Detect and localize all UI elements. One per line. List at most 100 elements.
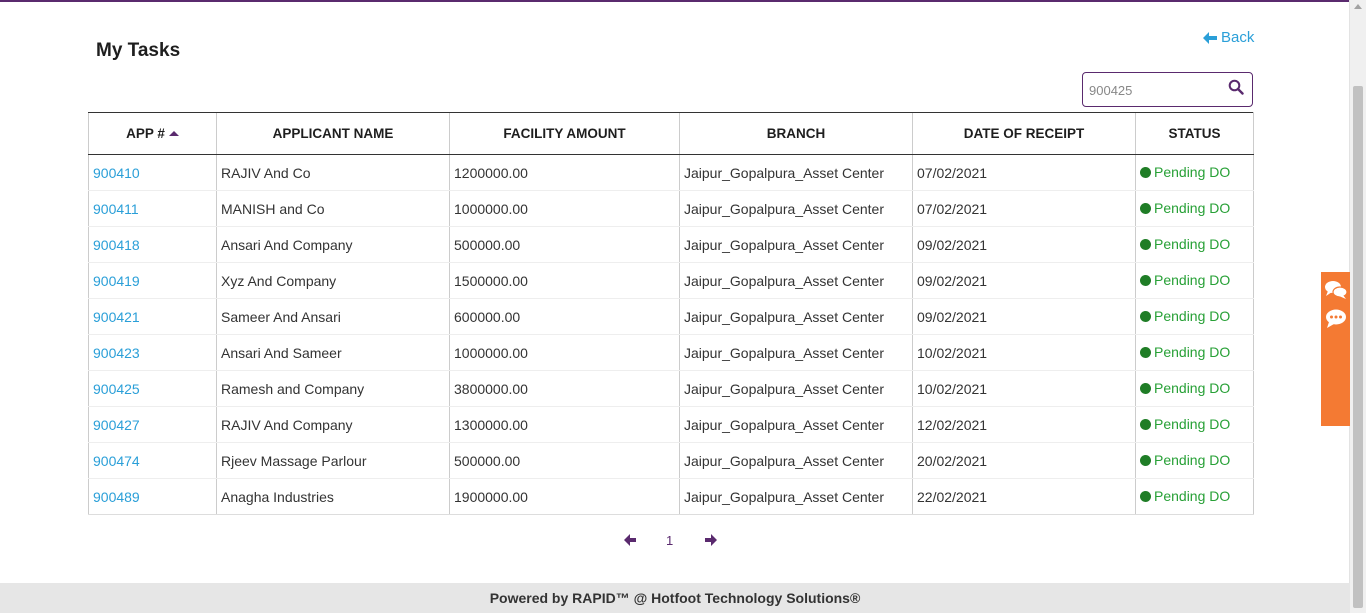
cell-app-number: 900410 bbox=[88, 154, 217, 191]
header-status[interactable]: STATUS bbox=[1135, 112, 1254, 155]
cell-applicant-name: Ramesh and Company bbox=[216, 370, 450, 407]
table-row[interactable]: 900418 Ansari And Company 500000.00 Jaipur_… bbox=[88, 226, 1254, 263]
search-input[interactable] bbox=[1089, 80, 1219, 100]
status-label: Pending DO bbox=[1154, 272, 1231, 289]
scroll-up-arrow-icon[interactable] bbox=[1354, 4, 1362, 9]
header-facility-amount[interactable]: FACILITY AMOUNT bbox=[449, 112, 680, 155]
cell-branch: Jaipur_Gopalpura_Asset Center bbox=[679, 262, 913, 299]
app-number-link[interactable]: 900423 bbox=[93, 345, 140, 361]
status-dot-icon bbox=[1140, 310, 1151, 322]
status-badge: Pending DO bbox=[1140, 236, 1230, 252]
cell-status: Pending DO bbox=[1135, 154, 1254, 191]
cell-facility-amount: 1200000.00 bbox=[449, 154, 680, 191]
status-label: Pending DO bbox=[1154, 308, 1231, 325]
status-dot-icon bbox=[1140, 382, 1151, 394]
app-number-link[interactable]: 900425 bbox=[93, 381, 140, 397]
status-dot-icon bbox=[1140, 274, 1151, 286]
tasks-table: APP # APPLICANT NAME FACILITY AMOUNT BRA… bbox=[88, 112, 1254, 515]
arrow-left-icon[interactable] bbox=[622, 532, 638, 548]
table-row[interactable]: 900410 RAJIV And Co 1200000.00 Jaipur_Gopal… bbox=[88, 154, 1254, 191]
header-date-of-receipt[interactable]: DATE OF RECEIPT bbox=[912, 112, 1136, 155]
status-label: Pending DO bbox=[1154, 200, 1231, 217]
app-number-link[interactable]: 900410 bbox=[93, 165, 140, 181]
app-number-link[interactable]: 900418 bbox=[93, 237, 140, 253]
app-number-link[interactable]: 900411 bbox=[93, 201, 139, 217]
cell-applicant-name: Rjeev Massage Parlour bbox=[216, 442, 450, 479]
status-label: Pending DO bbox=[1154, 236, 1231, 253]
app-number-link[interactable]: 900474 bbox=[93, 453, 140, 469]
app-number-link[interactable]: 900421 bbox=[93, 309, 140, 325]
status-dot-icon bbox=[1140, 418, 1151, 430]
chat-dots-icon[interactable] bbox=[1324, 308, 1348, 330]
header-branch[interactable]: BRANCH bbox=[679, 112, 913, 155]
table-row[interactable]: 900419 Xyz And Company 1500000.00 Jaipur_Go… bbox=[88, 262, 1254, 299]
cell-facility-amount: 1900000.00 bbox=[449, 478, 680, 515]
cell-status: Pending DO bbox=[1135, 370, 1254, 407]
cell-app-number: 900425 bbox=[88, 370, 217, 407]
top-accent-line bbox=[0, 0, 1350, 2]
cell-app-number: 900474 bbox=[88, 442, 217, 479]
status-badge: Pending DO bbox=[1140, 344, 1230, 360]
cell-date-of-receipt: 12/02/2021 bbox=[912, 406, 1136, 443]
table-row[interactable]: 900474 Rjeev Massage Parlour 500000.00 Jaip… bbox=[88, 442, 1254, 479]
app-number-link[interactable]: 900489 bbox=[93, 489, 140, 505]
cell-date-of-receipt: 20/02/2021 bbox=[912, 442, 1136, 479]
table-row[interactable]: 900421 Sameer And Ansari 600000.00 Jaipur_G… bbox=[88, 298, 1254, 335]
header-applicant-name[interactable]: APPLICANT NAME bbox=[216, 112, 450, 155]
status-dot-icon bbox=[1140, 202, 1151, 214]
cell-applicant-name: Ansari And Sameer bbox=[216, 334, 450, 371]
status-label: Pending DO bbox=[1154, 164, 1231, 181]
cell-branch: Jaipur_Gopalpura_Asset Center bbox=[679, 406, 913, 443]
chat-widget[interactable] bbox=[1321, 272, 1350, 426]
status-badge: Pending DO bbox=[1140, 452, 1230, 468]
cell-app-number: 900427 bbox=[88, 406, 217, 443]
table-header-row: APP # APPLICANT NAME FACILITY AMOUNT BRA… bbox=[88, 112, 1254, 155]
cell-branch: Jaipur_Gopalpura_Asset Center bbox=[679, 370, 913, 407]
search-box[interactable] bbox=[1082, 72, 1253, 107]
page-title: My Tasks bbox=[96, 40, 181, 61]
cell-applicant-name: MANISH and Co bbox=[216, 190, 450, 227]
cell-facility-amount: 1300000.00 bbox=[449, 406, 680, 443]
search-icon[interactable] bbox=[1228, 79, 1244, 95]
status-dot-icon bbox=[1140, 166, 1151, 178]
cell-date-of-receipt: 07/02/2021 bbox=[912, 190, 1136, 227]
table-row[interactable]: 900411 MANISH and Co 1000000.00 Jaipur_Gopa… bbox=[88, 190, 1254, 227]
cell-applicant-name: Ansari And Company bbox=[216, 226, 450, 263]
status-badge: Pending DO bbox=[1140, 200, 1230, 216]
cell-status: Pending DO bbox=[1135, 406, 1254, 443]
cell-app-number: 900411 bbox=[88, 190, 217, 227]
status-dot-icon bbox=[1140, 454, 1151, 466]
app-number-link[interactable]: 900419 bbox=[93, 273, 140, 289]
page-number[interactable]: 1 bbox=[666, 533, 673, 548]
cell-app-number: 900423 bbox=[88, 334, 217, 371]
cell-facility-amount: 1000000.00 bbox=[449, 190, 680, 227]
cell-applicant-name: RAJIV And Company bbox=[216, 406, 450, 443]
cell-branch: Jaipur_Gopalpura_Asset Center bbox=[679, 442, 913, 479]
app-number-link[interactable]: 900427 bbox=[93, 417, 140, 433]
cell-branch: Jaipur_Gopalpura_Asset Center bbox=[679, 154, 913, 191]
status-dot-icon bbox=[1140, 238, 1151, 250]
table-row[interactable]: 900427 RAJIV And Company 1300000.00 Jaipur_… bbox=[88, 406, 1254, 443]
cell-facility-amount: 1000000.00 bbox=[449, 334, 680, 371]
cell-date-of-receipt: 10/02/2021 bbox=[912, 334, 1136, 371]
status-badge: Pending DO bbox=[1140, 308, 1230, 324]
cell-status: Pending DO bbox=[1135, 442, 1254, 479]
status-label: Pending DO bbox=[1154, 380, 1231, 397]
status-label: Pending DO bbox=[1154, 452, 1231, 469]
table-row[interactable]: 900423 Ansari And Sameer 1000000.00 Jaipur_… bbox=[88, 334, 1254, 371]
status-label: Pending DO bbox=[1154, 488, 1231, 505]
cell-date-of-receipt: 09/02/2021 bbox=[912, 226, 1136, 263]
arrow-right-icon[interactable] bbox=[703, 532, 719, 548]
table-row[interactable]: 900489 Anagha Industries 1900000.00 Jaipur_… bbox=[88, 478, 1254, 515]
scroll-thumb[interactable] bbox=[1353, 86, 1363, 608]
pagination: 1 bbox=[620, 530, 730, 552]
header-app-number[interactable]: APP # bbox=[88, 112, 217, 155]
cell-applicant-name: Sameer And Ansari bbox=[216, 298, 450, 335]
vertical-scrollbar[interactable] bbox=[1349, 0, 1366, 613]
sort-up-icon[interactable] bbox=[168, 131, 179, 136]
chat-bubbles-icon[interactable] bbox=[1324, 279, 1348, 301]
cell-date-of-receipt: 22/02/2021 bbox=[912, 478, 1136, 515]
cell-branch: Jaipur_Gopalpura_Asset Center bbox=[679, 334, 913, 371]
back-link[interactable]: Back bbox=[1203, 29, 1254, 46]
table-row[interactable]: 900425 Ramesh and Company 3800000.00 Jaipur… bbox=[88, 370, 1254, 407]
